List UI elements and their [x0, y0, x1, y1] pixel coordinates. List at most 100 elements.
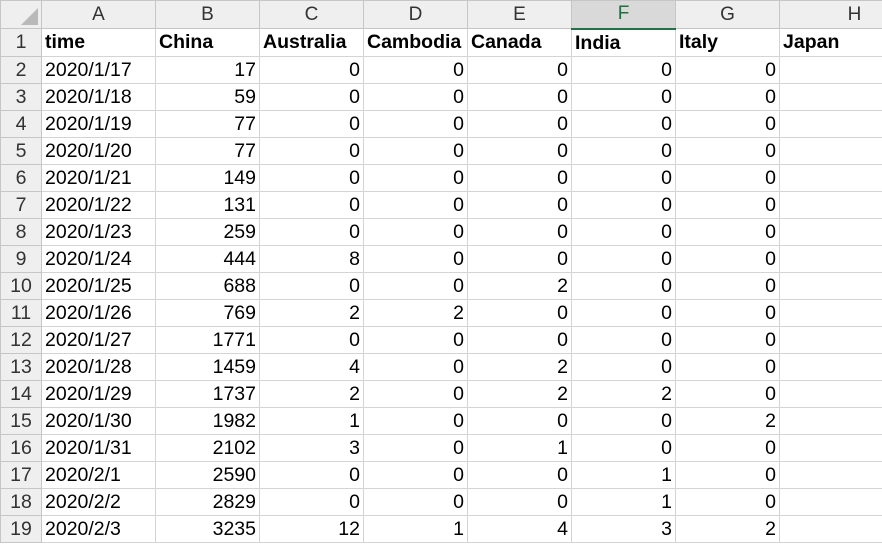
cell-c4[interactable]: 0 [259, 109, 364, 138]
cell-a10[interactable]: 2020/1/25 [41, 271, 156, 300]
cell-a2[interactable]: 2020/1/17 [41, 55, 156, 84]
cell-h19[interactable]: 20 [779, 514, 882, 543]
cell-f9[interactable]: 0 [571, 244, 676, 273]
cell-d15[interactable]: 0 [363, 406, 468, 435]
row-header-17[interactable]: 17 [0, 460, 42, 489]
cell-d13[interactable]: 0 [363, 352, 468, 381]
cell-a19[interactable]: 2020/2/3 [41, 514, 156, 543]
row-header-15[interactable]: 15 [0, 406, 42, 435]
cell-c7[interactable]: 0 [259, 190, 364, 219]
cell-e19[interactable]: 4 [467, 514, 572, 543]
column-header-d[interactable]: D [363, 0, 468, 29]
cell-c10[interactable]: 0 [259, 271, 364, 300]
cell-g8[interactable]: 0 [675, 217, 780, 246]
cell-h13[interactable]: 2 [779, 352, 882, 381]
cell-e12[interactable]: 0 [467, 325, 572, 354]
cell-e4[interactable]: 0 [467, 109, 572, 138]
cell-d16[interactable]: 0 [363, 433, 468, 462]
cell-b15[interactable]: 1982 [155, 406, 260, 435]
cell-e10[interactable]: 2 [467, 271, 572, 300]
cell-b19[interactable]: 3235 [155, 514, 260, 543]
cell-e17[interactable]: 0 [467, 460, 572, 489]
header-cell-h[interactable]: Japan [779, 28, 882, 57]
cell-e6[interactable]: 0 [467, 163, 572, 192]
cell-g10[interactable]: 0 [675, 271, 780, 300]
cell-g16[interactable]: 0 [675, 433, 780, 462]
row-header-8[interactable]: 8 [0, 217, 42, 246]
cell-c17[interactable]: 0 [259, 460, 364, 489]
cell-b16[interactable]: 2102 [155, 433, 260, 462]
row-header-2[interactable]: 2 [0, 55, 42, 84]
column-header-e[interactable]: E [467, 0, 572, 29]
cell-e8[interactable]: 0 [467, 217, 572, 246]
cell-a8[interactable]: 2020/1/23 [41, 217, 156, 246]
cell-e5[interactable]: 0 [467, 136, 572, 165]
column-header-g[interactable]: G [675, 0, 780, 29]
cell-d19[interactable]: 1 [363, 514, 468, 543]
cell-d4[interactable]: 0 [363, 109, 468, 138]
cell-f7[interactable]: 0 [571, 190, 676, 219]
cell-c13[interactable]: 4 [259, 352, 364, 381]
row-header-3[interactable]: 3 [0, 82, 42, 111]
cell-g4[interactable]: 0 [675, 109, 780, 138]
cell-b3[interactable]: 59 [155, 82, 260, 111]
row-header-1[interactable]: 1 [0, 28, 42, 57]
cell-b9[interactable]: 444 [155, 244, 260, 273]
cell-d9[interactable]: 0 [363, 244, 468, 273]
cell-e13[interactable]: 2 [467, 352, 572, 381]
cell-f4[interactable]: 0 [571, 109, 676, 138]
row-header-9[interactable]: 9 [0, 244, 42, 273]
row-header-16[interactable]: 16 [0, 433, 42, 462]
cell-f13[interactable]: 0 [571, 352, 676, 381]
cell-g6[interactable]: 0 [675, 163, 780, 192]
cell-b2[interactable]: 17 [155, 55, 260, 84]
header-cell-a[interactable]: time [41, 28, 156, 57]
cell-a5[interactable]: 2020/1/20 [41, 136, 156, 165]
cell-b18[interactable]: 2829 [155, 487, 260, 516]
cell-h18[interactable]: 0 [779, 487, 882, 516]
cell-f8[interactable]: 0 [571, 217, 676, 246]
cell-h10[interactable]: 2 [779, 271, 882, 300]
cell-c3[interactable]: 0 [259, 82, 364, 111]
cell-a7[interactable]: 2020/1/22 [41, 190, 156, 219]
cell-e14[interactable]: 2 [467, 379, 572, 408]
cell-g15[interactable]: 2 [675, 406, 780, 435]
cell-c8[interactable]: 0 [259, 217, 364, 246]
cell-g18[interactable]: 0 [675, 487, 780, 516]
cell-b14[interactable]: 1737 [155, 379, 260, 408]
header-cell-f[interactable]: India [571, 28, 676, 57]
cell-f15[interactable]: 0 [571, 406, 676, 435]
cell-e18[interactable]: 0 [467, 487, 572, 516]
cell-f10[interactable]: 0 [571, 271, 676, 300]
row-header-11[interactable]: 11 [0, 298, 42, 327]
select-all-corner[interactable] [0, 0, 42, 29]
column-header-f[interactable]: F [571, 0, 676, 30]
cell-b11[interactable]: 769 [155, 298, 260, 327]
cell-d12[interactable]: 0 [363, 325, 468, 354]
cell-a15[interactable]: 2020/1/30 [41, 406, 156, 435]
cell-h11[interactable]: 0 [779, 298, 882, 327]
cell-h14[interactable]: 6 [779, 379, 882, 408]
cell-e9[interactable]: 0 [467, 244, 572, 273]
cell-e11[interactable]: 0 [467, 298, 572, 327]
cell-g13[interactable]: 0 [675, 352, 780, 381]
cell-f2[interactable]: 0 [571, 55, 676, 84]
cell-d7[interactable]: 0 [363, 190, 468, 219]
header-cell-b[interactable]: China [155, 28, 260, 57]
cell-a16[interactable]: 2020/1/31 [41, 433, 156, 462]
cell-d10[interactable]: 0 [363, 271, 468, 300]
cell-a11[interactable]: 2020/1/26 [41, 298, 156, 327]
cell-f18[interactable]: 1 [571, 487, 676, 516]
cell-a12[interactable]: 2020/1/27 [41, 325, 156, 354]
row-header-13[interactable]: 13 [0, 352, 42, 381]
cell-d5[interactable]: 0 [363, 136, 468, 165]
cell-a14[interactable]: 2020/1/29 [41, 379, 156, 408]
cell-g5[interactable]: 0 [675, 136, 780, 165]
column-header-b[interactable]: B [155, 0, 260, 29]
cell-b10[interactable]: 688 [155, 271, 260, 300]
cell-g3[interactable]: 0 [675, 82, 780, 111]
cell-h8[interactable]: 1 [779, 217, 882, 246]
cell-h5[interactable]: 0 [779, 136, 882, 165]
row-header-19[interactable]: 19 [0, 514, 42, 543]
cell-b5[interactable]: 77 [155, 136, 260, 165]
